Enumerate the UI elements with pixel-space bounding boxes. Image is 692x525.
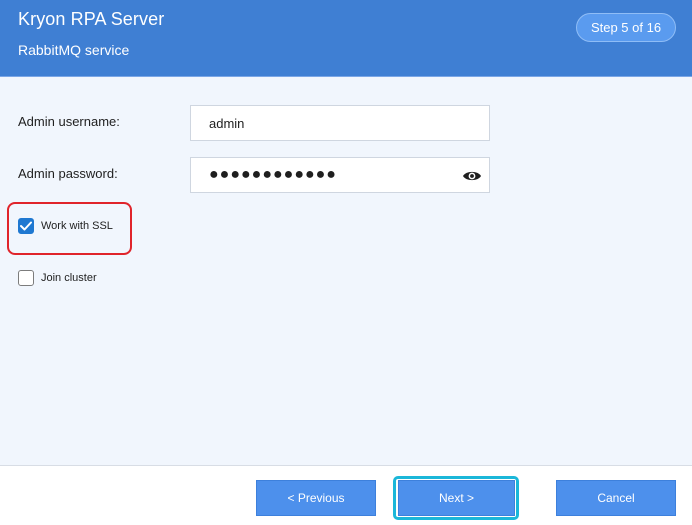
cancel-button[interactable]: Cancel bbox=[556, 480, 676, 516]
next-button[interactable]: Next > bbox=[398, 480, 515, 516]
username-label: Admin username: bbox=[18, 114, 120, 129]
cluster-checkbox[interactable] bbox=[18, 270, 34, 286]
ssl-checkbox-label: Work with SSL bbox=[41, 220, 113, 232]
password-label: Admin password: bbox=[18, 166, 118, 181]
step-badge: Step 5 of 16 bbox=[576, 13, 676, 42]
footer-bar: < Previous Next > Cancel bbox=[0, 465, 692, 525]
cluster-checkbox-row[interactable]: Join cluster bbox=[18, 270, 97, 286]
previous-button[interactable]: < Previous bbox=[256, 480, 376, 516]
app-title: Kryon RPA Server bbox=[18, 9, 165, 29]
password-input[interactable] bbox=[190, 157, 490, 193]
checkmark-icon bbox=[20, 221, 32, 231]
eye-icon[interactable] bbox=[462, 169, 482, 183]
form-panel: Admin username: Admin password: Work wit… bbox=[0, 77, 692, 465]
cluster-checkbox-label: Join cluster bbox=[41, 272, 97, 284]
ssl-checkbox-row[interactable]: Work with SSL bbox=[18, 218, 113, 234]
installer-window: Kryon RPA Server RabbitMQ service Step 5… bbox=[0, 0, 692, 525]
username-input[interactable] bbox=[190, 105, 490, 141]
header-bar: Kryon RPA Server RabbitMQ service Step 5… bbox=[0, 0, 692, 77]
ssl-checkbox[interactable] bbox=[18, 218, 34, 234]
page-subtitle: RabbitMQ service bbox=[18, 42, 130, 58]
